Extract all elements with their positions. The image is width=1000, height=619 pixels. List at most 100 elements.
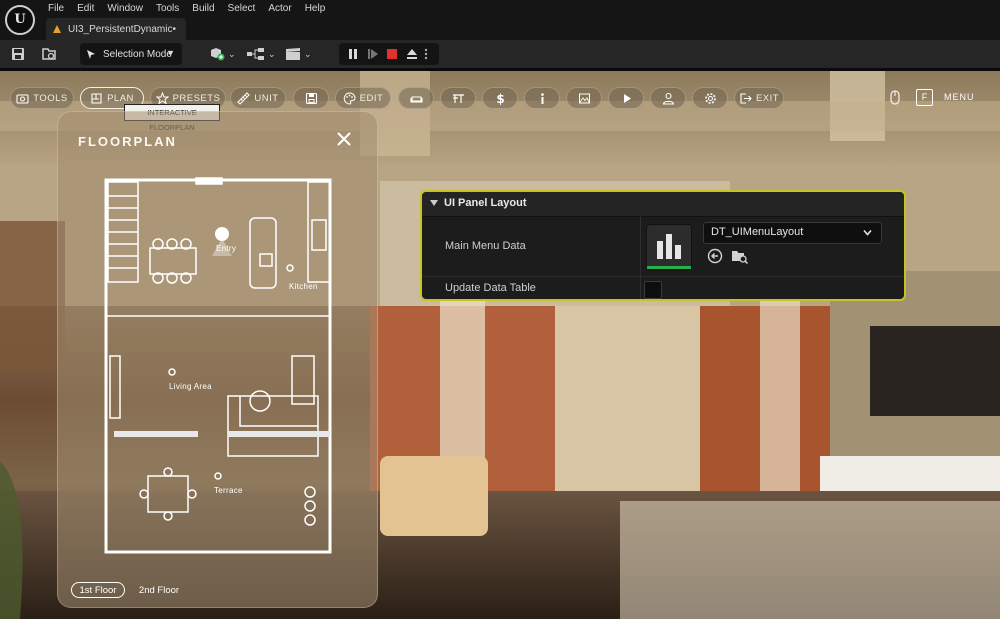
unreal-logo-icon[interactable]: U bbox=[5, 5, 35, 35]
chevron-down-icon: ▼ bbox=[166, 48, 175, 58]
blueprint-icon bbox=[247, 48, 264, 60]
floppy-icon bbox=[305, 92, 317, 104]
level-document-tab[interactable]: UI3_PersistentDynamic• bbox=[46, 18, 186, 40]
exit-label: EXIT bbox=[755, 92, 780, 104]
pause-icon[interactable] bbox=[346, 47, 360, 61]
asset-picker-combo[interactable]: DT_UIMenuLayout bbox=[703, 222, 882, 244]
step-forward-icon[interactable] bbox=[366, 47, 380, 61]
stop-icon[interactable] bbox=[385, 47, 399, 61]
room-label-entry: Entry bbox=[216, 244, 237, 253]
menu-select[interactable]: Select bbox=[228, 0, 265, 18]
unit-button[interactable]: UNIT bbox=[230, 87, 286, 109]
update-data-table-row: Update Data Table bbox=[422, 277, 904, 299]
collapse-caret-icon[interactable] bbox=[430, 200, 438, 206]
add-actor-button[interactable]: ⌄ bbox=[208, 45, 236, 63]
chevron-down-icon bbox=[863, 229, 872, 236]
main-menu: File Edit Window Tools Build Select Acto… bbox=[48, 0, 338, 18]
asset-picker-value: DT_UIMenuLayout bbox=[711, 226, 804, 238]
update-data-table-checkbox[interactable] bbox=[644, 281, 662, 299]
exit-icon bbox=[740, 92, 752, 104]
selection-mode-label: Selection Mode bbox=[103, 48, 172, 60]
chevron-down-icon: ⌄ bbox=[228, 48, 236, 59]
dollar-icon: $ bbox=[496, 92, 504, 105]
details-category-title: UI Panel Layout bbox=[444, 197, 527, 209]
tools-button[interactable]: TOOLS bbox=[10, 87, 74, 109]
main-menu-data-label: Main Menu Data bbox=[445, 240, 526, 252]
beam-icon bbox=[452, 93, 464, 103]
editor-toolbar: Selection Mode ▼ ⌄ ⌄ ⌄ bbox=[0, 40, 1000, 71]
content-browser-icon[interactable] bbox=[41, 46, 57, 62]
play-tour-button[interactable] bbox=[608, 87, 644, 109]
save-icon[interactable] bbox=[10, 46, 26, 62]
image-icon bbox=[578, 93, 590, 103]
room-label-kitchen: Kitchen bbox=[289, 282, 318, 291]
menu-edit[interactable]: Edit bbox=[77, 0, 103, 18]
level-tab-label: UI3_PersistentDynamic• bbox=[68, 23, 176, 35]
menu-hotkey: F bbox=[916, 89, 933, 106]
floorplan-icon bbox=[91, 92, 102, 104]
play-controls bbox=[339, 43, 439, 65]
user-button[interactable] bbox=[650, 87, 686, 109]
info-button[interactable] bbox=[524, 87, 560, 109]
structure-button[interactable] bbox=[440, 87, 476, 109]
exit-button[interactable]: EXIT bbox=[734, 87, 784, 109]
chevron-down-icon: ⌄ bbox=[268, 48, 276, 59]
menu-help[interactable]: Help bbox=[305, 0, 335, 18]
unit-label: UNIT bbox=[254, 92, 279, 104]
plan-label: PLAN bbox=[107, 92, 134, 104]
furniture-button[interactable] bbox=[398, 87, 434, 109]
editor-menubar: U File Edit Window Tools Build Select Ac… bbox=[0, 0, 1000, 40]
level-viewport[interactable]: TOOLS PLAN PRESETS UNIT EDIT $ EXIT F ME… bbox=[0, 71, 1000, 619]
floorplan-map[interactable] bbox=[100, 176, 336, 556]
data-table-thumbnail[interactable] bbox=[646, 224, 692, 270]
browse-to-asset-icon[interactable] bbox=[731, 248, 749, 264]
settings-button[interactable] bbox=[692, 87, 728, 109]
asset-type-bar bbox=[647, 266, 691, 269]
more-options-icon[interactable] bbox=[423, 47, 429, 61]
presets-label: PRESETS bbox=[172, 92, 221, 104]
clapperboard-icon bbox=[286, 48, 300, 60]
pricing-button[interactable]: $ bbox=[482, 87, 518, 109]
cursor-icon bbox=[87, 49, 95, 59]
floorplan-title: FLOORPLAN bbox=[78, 134, 177, 149]
data-table-icon bbox=[657, 234, 681, 259]
info-icon bbox=[540, 92, 544, 104]
svg-text:$: $ bbox=[496, 92, 504, 105]
blueprint-button[interactable]: ⌄ bbox=[246, 45, 276, 63]
star-icon bbox=[155, 91, 169, 105]
menu-file[interactable]: File bbox=[48, 0, 73, 18]
user-icon bbox=[662, 92, 674, 105]
use-selected-asset-icon[interactable] bbox=[707, 248, 723, 264]
menu-window[interactable]: Window bbox=[107, 0, 152, 18]
eject-icon[interactable] bbox=[405, 47, 419, 61]
menu-actor[interactable]: Actor bbox=[268, 0, 300, 18]
palette-icon bbox=[343, 91, 356, 105]
sofa-icon bbox=[409, 95, 423, 103]
ui-panel-layout-details: UI Panel Layout Main Menu Data Update Da… bbox=[420, 190, 906, 301]
floorplan-panel: FLOORPLAN Entry Kitchen Living Area Terr… bbox=[57, 111, 378, 608]
edit-label: EDIT bbox=[359, 92, 384, 104]
menu-label[interactable]: MENU bbox=[944, 92, 975, 102]
chevron-down-icon: ⌄ bbox=[304, 48, 312, 59]
cinematics-button[interactable]: ⌄ bbox=[284, 45, 312, 63]
camera-icon bbox=[16, 93, 29, 104]
room-label-terrace: Terrace bbox=[214, 486, 243, 495]
menu-tools[interactable]: Tools bbox=[156, 0, 188, 18]
selection-mode-button[interactable]: Selection Mode ▼ bbox=[80, 43, 182, 65]
menu-build[interactable]: Build bbox=[192, 0, 223, 18]
add-actor-icon bbox=[211, 48, 225, 61]
edit-button[interactable]: EDIT bbox=[335, 87, 391, 109]
gallery-button[interactable] bbox=[566, 87, 602, 109]
update-data-table-label: Update Data Table bbox=[445, 282, 536, 294]
play-icon bbox=[623, 93, 631, 103]
room-label-living-area: Living Area bbox=[169, 382, 212, 391]
save-layout-button[interactable] bbox=[293, 87, 329, 109]
floor-tab-1st[interactable]: 1st Floor bbox=[71, 582, 125, 598]
close-icon[interactable] bbox=[335, 130, 353, 148]
floor-tab-2nd[interactable]: 2nd Floor bbox=[132, 582, 186, 598]
mouse-icon bbox=[890, 90, 900, 105]
gear-icon bbox=[704, 92, 716, 104]
details-category-header[interactable]: UI Panel Layout bbox=[422, 192, 904, 217]
details-column-divider[interactable] bbox=[640, 216, 641, 299]
tools-label: TOOLS bbox=[33, 92, 68, 104]
